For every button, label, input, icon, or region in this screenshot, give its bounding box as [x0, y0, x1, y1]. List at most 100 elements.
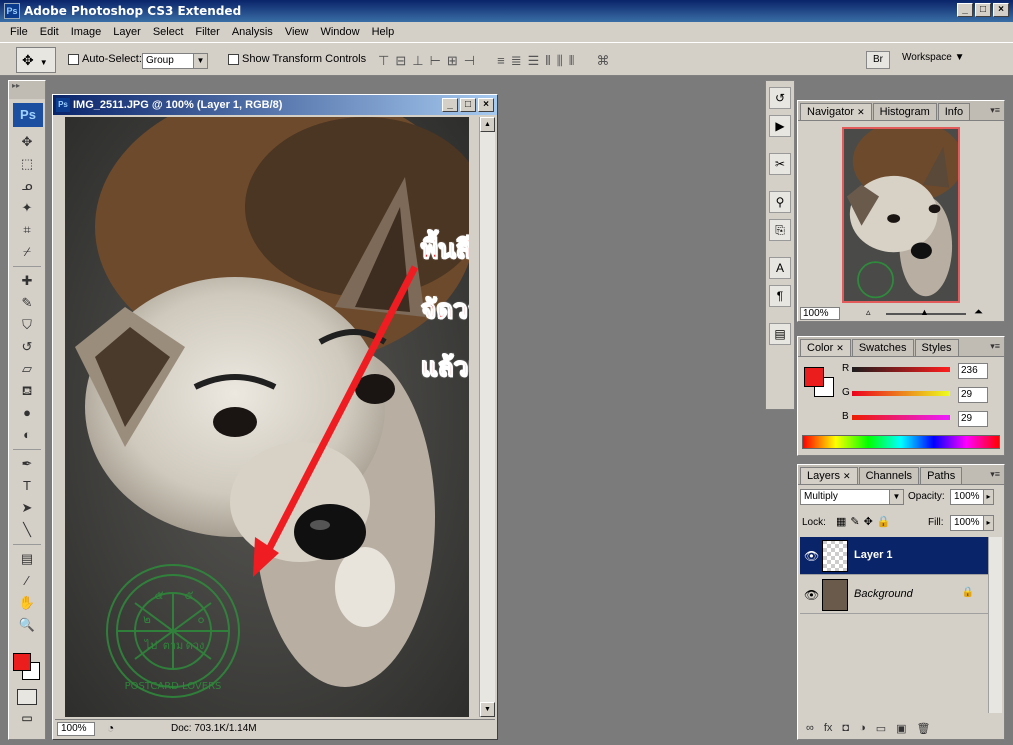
channel-g-slider[interactable] — [852, 391, 950, 396]
new-layer-icon[interactable]: ▣ — [896, 722, 906, 735]
status-menu-icon[interactable]: ◔ — [107, 721, 114, 735]
align-hcenter-icon[interactable]: ⊞ — [447, 53, 458, 69]
toolbox-grip[interactable]: ▸▸ — [9, 81, 45, 99]
scroll-down-icon[interactable]: ▼ — [480, 702, 495, 717]
doc-minimize-button[interactable]: _ — [442, 98, 458, 112]
distribute-bottom-icon[interactable]: ☰ — [528, 53, 540, 69]
brushes-panel-icon[interactable]: ⚲ — [769, 191, 791, 213]
layer-row-background[interactable]: 👁 Background 🔒 — [800, 576, 988, 614]
crop-icon[interactable]: ⌗ — [9, 219, 45, 241]
move-icon[interactable]: ✥ — [9, 131, 45, 153]
channel-b-slider[interactable] — [852, 415, 950, 420]
align-bottom-icon[interactable]: ⊥ — [412, 53, 423, 69]
panel-menu-icon[interactable]: ▾≡ — [990, 341, 1000, 352]
delete-layer-icon[interactable]: 🗑 — [917, 722, 931, 735]
distribute-top-icon[interactable]: ≡ — [497, 53, 505, 69]
link-layers-icon[interactable]: ∞ — [806, 722, 814, 734]
lasso-icon[interactable]: ᓄ — [9, 175, 45, 197]
doc-close-button[interactable]: × — [478, 98, 494, 112]
document-zoom-field[interactable]: 100% — [57, 722, 95, 736]
navigator-thumbnail[interactable] — [842, 127, 960, 303]
document-title-bar[interactable]: Ps IMG_2511.JPG @ 100% (Layer 1, RGB/8) … — [53, 95, 497, 115]
marquee-icon[interactable]: ⬚ — [9, 153, 45, 175]
menu-analysis[interactable]: Analysis — [226, 26, 279, 38]
eye-icon[interactable]: 👁 — [804, 588, 819, 602]
menu-view[interactable]: View — [279, 26, 315, 38]
doc-maximize-button[interactable]: □ — [460, 98, 476, 112]
layer-comps-icon[interactable]: ▤ — [769, 323, 791, 345]
tab-styles[interactable]: Styles — [914, 339, 959, 356]
tab-navigator[interactable]: Navigator ✕ — [800, 103, 872, 120]
foreground-color-swatch[interactable] — [13, 653, 31, 671]
auto-select-checkbox[interactable] — [68, 53, 79, 65]
align-right-icon[interactable]: ⊣ — [464, 53, 475, 69]
menu-window[interactable]: Window — [314, 26, 365, 38]
tool-preset-picker[interactable]: ✥ ▼ — [16, 47, 56, 73]
zoom-slider-handle[interactable]: ▲ — [920, 307, 929, 317]
layer-style-icon[interactable]: fx — [824, 722, 833, 734]
history-brush-icon[interactable]: ↺ — [9, 336, 45, 358]
channel-b-value[interactable]: 29 — [958, 411, 988, 427]
document-canvas[interactable]: ๒ ๕ ๕ ๐ ไป ตาม ดวง POSTCARD LOVERS พื้นส… — [65, 117, 469, 717]
paint-bucket-icon[interactable]: ⛾ — [9, 380, 45, 402]
pen-icon[interactable]: ✒ — [9, 453, 45, 475]
eraser-icon[interactable]: ▱ — [9, 358, 45, 380]
new-group-icon[interactable]: ▭ — [876, 722, 886, 735]
close-button[interactable]: × — [993, 3, 1009, 17]
menu-edit[interactable]: Edit — [34, 26, 65, 38]
quick-mask-icon[interactable] — [17, 689, 37, 705]
history-panel-icon[interactable]: ↺ — [769, 87, 791, 109]
type-icon[interactable]: T — [9, 475, 45, 497]
brush-icon[interactable]: ✎ — [9, 292, 45, 314]
tab-color[interactable]: Color ✕ — [800, 339, 851, 356]
color-swatches[interactable] — [13, 653, 43, 683]
show-transform-option[interactable]: Show Transform Controls — [228, 53, 366, 65]
distribute-hcenter-icon[interactable]: ⫼ — [557, 53, 563, 69]
menu-filter[interactable]: Filter — [189, 26, 225, 38]
layer-row-layer-1[interactable]: 👁 Layer 1 — [800, 537, 988, 575]
color-spectrum-bar[interactable] — [802, 435, 1000, 449]
auto-align-icon[interactable]: ⌘ — [596, 53, 609, 69]
auto-select-dropdown[interactable]: Group ▼ — [142, 53, 208, 69]
slice-icon[interactable]: ⌿ — [9, 241, 45, 263]
notes-icon[interactable]: ▤ — [9, 548, 45, 570]
zoom-icon[interactable]: 🔍 — [9, 614, 45, 636]
layers-scrollbar[interactable] — [988, 537, 1002, 713]
character-panel-icon[interactable]: A — [769, 257, 791, 279]
zoom-out-icon[interactable]: ▵ — [866, 307, 871, 318]
align-left-icon[interactable]: ⊢ — [430, 53, 441, 69]
navigator-zoom-field[interactable]: 100% — [800, 307, 840, 320]
channel-r-value[interactable]: 236 — [958, 363, 988, 379]
paragraph-panel-icon[interactable]: ¶ — [769, 285, 791, 307]
actions-panel-icon[interactable]: ▶ — [769, 115, 791, 137]
path-selection-icon[interactable]: ➤ — [9, 497, 45, 519]
menu-select[interactable]: Select — [147, 26, 190, 38]
adjustment-layer-icon[interactable]: ◑ — [859, 722, 866, 734]
hand-icon[interactable]: ✋ — [9, 592, 45, 614]
maximize-button[interactable]: □ — [975, 3, 991, 17]
minimize-button[interactable]: _ — [957, 3, 973, 17]
channel-g-value[interactable]: 29 — [958, 387, 988, 403]
menu-image[interactable]: Image — [65, 26, 108, 38]
magic-wand-icon[interactable]: ✦ — [9, 197, 45, 219]
clone-source-icon[interactable]: ⎘ — [769, 219, 791, 241]
panel-menu-icon[interactable]: ▾≡ — [990, 105, 1000, 116]
bridge-icon[interactable]: Br — [866, 51, 890, 69]
document-vertical-scrollbar[interactable]: ▲ ▼ — [479, 117, 495, 717]
channel-r-slider[interactable] — [852, 367, 950, 372]
zoom-in-icon[interactable]: ⏶ — [974, 306, 983, 319]
layer-mask-icon[interactable]: ◘ — [842, 722, 849, 734]
opacity-field[interactable]: 100% ▸ — [950, 489, 994, 505]
color-fg-swatch[interactable] — [804, 367, 824, 387]
align-vcenter-icon[interactable]: ⊟ — [395, 53, 406, 69]
line-icon[interactable]: ╲ — [9, 519, 45, 541]
distribute-left-icon[interactable]: ⫴ — [545, 53, 550, 69]
eye-icon[interactable]: 👁 — [804, 549, 819, 563]
tab-swatches[interactable]: Swatches — [851, 339, 914, 356]
eyedropper-icon[interactable]: ⁄ — [9, 570, 45, 592]
tab-layers[interactable]: Layers ✕ — [800, 467, 858, 484]
scroll-up-icon[interactable]: ▲ — [480, 117, 495, 132]
align-top-icon[interactable]: ⊤ — [378, 53, 389, 69]
clone-stamp-icon[interactable]: ⛉ — [9, 314, 45, 336]
menu-layer[interactable]: Layer — [107, 26, 147, 38]
